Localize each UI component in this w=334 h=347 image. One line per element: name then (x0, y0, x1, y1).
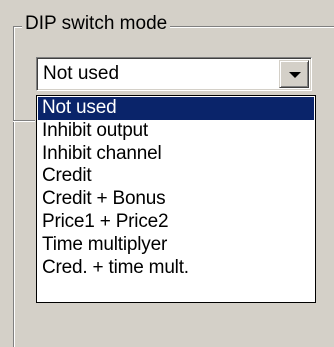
option-credit[interactable]: Credit (38, 165, 314, 188)
option-inhibit-channel[interactable]: Inhibit channel (38, 143, 314, 166)
option-inhibit-output[interactable]: Inhibit output (38, 120, 314, 143)
option-credit-bonus[interactable]: Credit + Bonus (38, 188, 314, 211)
option-not-used[interactable]: Not used (38, 97, 314, 120)
groupbox-title: DIP switch mode (22, 12, 171, 36)
dropdown-list[interactable]: Not used Inhibit output Inhibit channel … (36, 95, 316, 303)
dip-switch-mode-combobox[interactable]: Not used (36, 57, 312, 91)
dropdown-button[interactable] (279, 60, 309, 88)
chevron-down-icon (289, 72, 301, 78)
groupbox-divider (13, 120, 35, 121)
option-price1-price2[interactable]: Price1 + Price2 (38, 211, 314, 234)
option-time-multiplyer[interactable]: Time multiplyer (38, 234, 314, 257)
combobox-value: Not used (43, 63, 120, 84)
option-cred-time-mult[interactable]: Cred. + time mult. (38, 257, 314, 280)
